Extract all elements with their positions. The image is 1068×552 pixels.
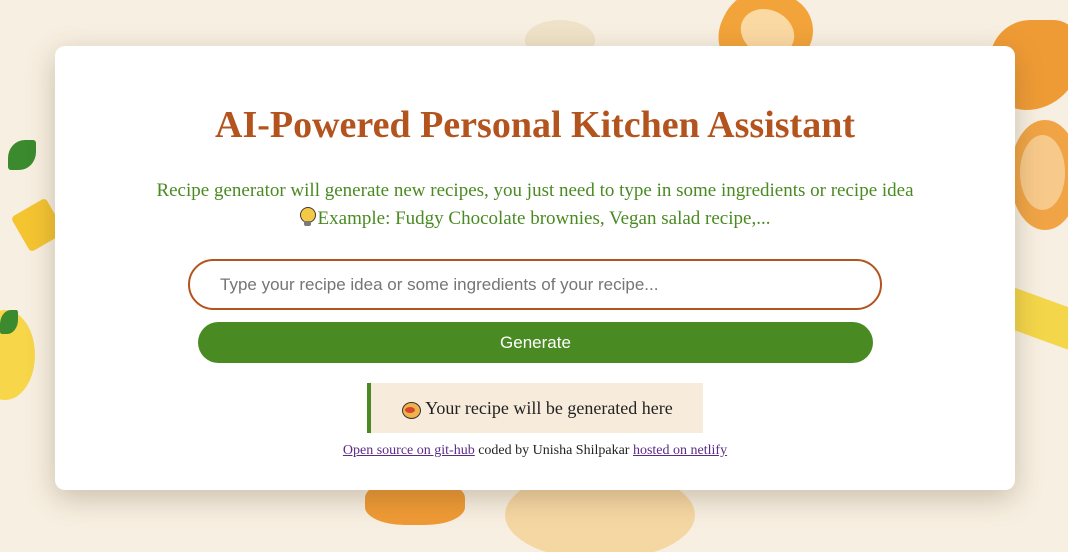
recipe-output-text: Your recipe will be generated here: [425, 397, 673, 418]
footer-credit: coded by Unisha Shilpakar: [478, 443, 630, 458]
cooking-pot-icon: [401, 398, 422, 419]
lightbulb-icon: [299, 207, 316, 227]
generate-button[interactable]: Generate: [198, 322, 873, 363]
background-food-decoration: [1020, 135, 1065, 210]
github-source-link[interactable]: Open source on git-hub: [343, 443, 475, 458]
subtitle-description: Recipe generator will generate new recip…: [156, 180, 914, 201]
footer: Open source on git-hub coded by Unisha S…: [55, 443, 1015, 459]
recipe-idea-input[interactable]: [188, 259, 882, 310]
subtitle-example: Example: Fudgy Chocolate brownies, Vegan…: [95, 205, 975, 233]
recipe-output: Your recipe will be generated here: [367, 383, 703, 433]
subtitle-example-text: Example: Fudgy Chocolate brownies, Vegan…: [317, 208, 771, 229]
subtitle: Recipe generator will generate new recip…: [95, 177, 975, 233]
main-card: AI-Powered Personal Kitchen Assistant Re…: [55, 46, 1015, 490]
page-title: AI-Powered Personal Kitchen Assistant: [215, 104, 855, 146]
netlify-hosted-link[interactable]: hosted on netlify: [633, 443, 727, 458]
background-food-decoration: [8, 140, 36, 170]
